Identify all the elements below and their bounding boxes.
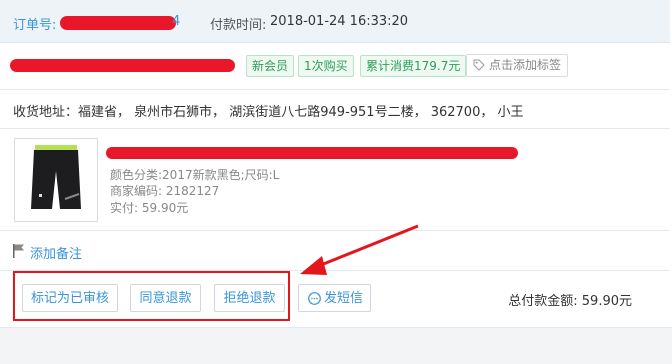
shipping-address: 收货地址：福建省， 泉州市石狮市， 湖滨街道八七路949-951号二楼， 362… xyxy=(13,105,524,120)
redacted-order-number xyxy=(60,16,176,30)
tag-icon xyxy=(473,59,485,71)
mark-reviewed-button[interactable]: 标记为已审核 xyxy=(22,284,118,312)
order-item: 颜色分类:2017新款黑色;尺码:L 商家编码: 2182127 实付: 59.… xyxy=(0,129,670,231)
redacted-product-title xyxy=(106,147,518,159)
order-card: 订单号: 4 付款时间: 2018-01-24 16:33:20 新会员 1次购… xyxy=(0,0,672,364)
card-footer xyxy=(0,327,672,364)
redacted-customer-name xyxy=(10,59,235,72)
order-number-tail: 4 xyxy=(172,14,181,29)
item-color-size: 颜色分类:2017新款黑色;尺码:L xyxy=(110,168,280,182)
pay-time-value: 2018-01-24 16:33:20 xyxy=(270,14,409,29)
tag-purchase-count: 1次购买 xyxy=(298,55,354,77)
add-note-link[interactable]: 添加备注 xyxy=(30,243,82,262)
customer-row: 新会员 1次购买 累计消费179.7元 点击添加标签 xyxy=(0,43,670,90)
item-paid-amount: 实付: 59.90元 xyxy=(110,201,189,215)
add-tag-label: 点击添加标签 xyxy=(489,58,562,72)
send-sms-button[interactable]: 发短信 xyxy=(298,284,371,312)
send-sms-label: 发短信 xyxy=(323,291,363,306)
item-merchant-code: 商家编码: 2182127 xyxy=(110,184,220,198)
order-header: 订单号: 4 付款时间: 2018-01-24 16:33:20 xyxy=(0,0,670,43)
total-paid: 总付款金额: 59.90元 xyxy=(508,294,632,309)
chat-bubble-icon xyxy=(308,292,321,305)
product-thumbnail[interactable] xyxy=(14,138,98,222)
agree-refund-button[interactable]: 同意退款 xyxy=(130,284,201,312)
pay-time-label: 付款时间: xyxy=(210,18,267,33)
note-row: 添加备注 xyxy=(0,231,670,271)
order-number-label: 订单号: xyxy=(13,18,57,33)
shorts-image xyxy=(31,145,81,209)
reject-refund-button[interactable]: 拒绝退款 xyxy=(214,284,285,312)
add-tag-button[interactable]: 点击添加标签 xyxy=(466,54,569,77)
flag-icon xyxy=(13,244,24,258)
tag-new-member: 新会员 xyxy=(246,55,295,77)
tag-total-spent: 累计消费179.7元 xyxy=(360,55,467,77)
shipping-address-row: 收货地址：福建省， 泉州市石狮市， 湖滨街道八七路949-951号二楼， 362… xyxy=(0,90,670,129)
action-bar: 标记为已审核 同意退款 拒绝退款 发短信 总付款金额: 59.90元 xyxy=(0,271,670,327)
